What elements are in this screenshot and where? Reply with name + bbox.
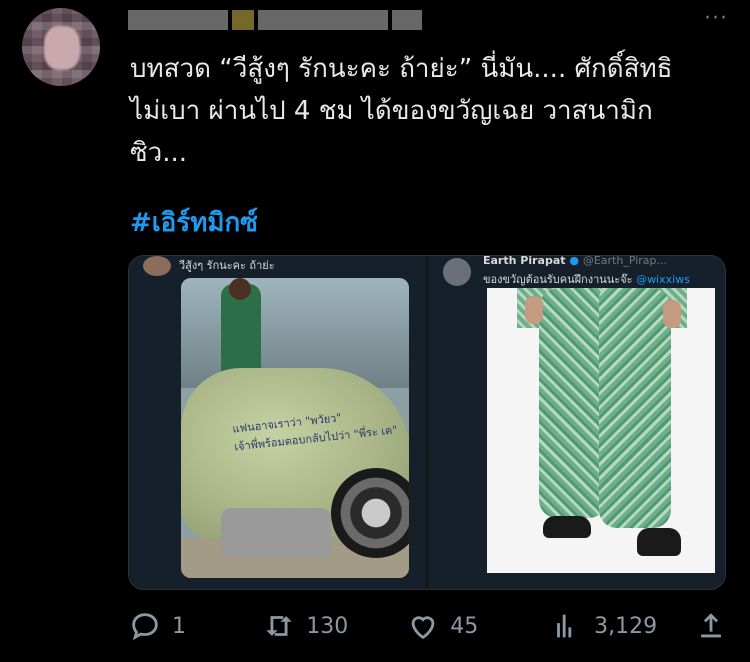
retweet-button[interactable]: 130 [262,609,406,643]
scooter-photo[interactable]: แฟนอาจเราว่า "พวัยว" เจ้าพี่พร้อมตอบกลับ… [181,278,409,578]
quoted-avatar-right [443,258,471,286]
like-button[interactable]: 45 [406,609,550,643]
photo-hand-left [525,296,543,324]
media-left-panel[interactable]: วีสู้งๆ รักนะคะ ถ้าย่ะ แฟนอาจเราว่า "พวั… [129,256,425,589]
tweet-action-bar: 1 130 45 3,129 [128,606,728,646]
blur-block [392,10,422,30]
photo-pant-right [599,288,671,528]
reply-button[interactable]: 1 [128,609,262,643]
mention-link[interactable]: @wixxiws [636,273,690,286]
hashtag-link[interactable]: #เอิร์ทมิกซ์ [130,202,258,243]
views-chart-icon [557,614,572,638]
quoted-caption: วีสู้งๆ รักนะคะ ถ้าย่ะ [179,259,275,272]
tweet-media[interactable]: วีสู้งๆ รักนะคะ ถ้าย่ะ แฟนอาจเราว่า "พวั… [128,255,726,590]
retweet-icon [266,616,293,636]
quoted-caption-text: ของขวัญต้อนรับคนฝึกงานนะจ๊ะ [483,273,633,286]
avatar-face [44,26,80,70]
reply-icon [132,613,158,641]
quoted-caption-right: ของขวัญต้อนรับคนฝึกงานนะจ๊ะ @wixxiws [483,270,690,288]
views-count: 3,129 [594,613,658,639]
photo-shoe-left [543,516,591,538]
photo-scooter-engine [221,508,331,558]
pants-photo[interactable] [487,288,715,573]
views-button[interactable]: 3,129 [550,609,694,643]
blur-block [232,10,254,30]
photo-person-head [229,278,251,300]
photo-pant-left [539,288,607,518]
media-right-panel[interactable]: Earth Pirapat ● @Earth_Pirap... ของขวัญต… [429,256,725,589]
quoted-author: Earth Pirapat ● @Earth_Pirap... [483,255,668,267]
author-name-blurred[interactable] [128,6,422,34]
more-options-icon[interactable]: ··· [704,6,728,31]
reply-count: 1 [172,613,186,639]
photo-shoe-right [637,528,681,556]
photo-hand-right [663,300,681,328]
quoted-author-handle: @Earth_Pirap... [582,255,668,267]
author-avatar[interactable] [22,8,100,86]
quoted-avatar [143,256,171,276]
share-button[interactable] [694,609,728,643]
retweet-count: 130 [306,613,349,639]
like-count: 45 [450,613,479,639]
blur-block [128,10,228,30]
heart-icon [411,616,435,640]
quoted-author-name: Earth Pirapat [483,255,566,267]
tweet-text: บทสวด “วีสู้งๆ รักนะคะ ถ้าย่ะ” นี่มัน...… [130,54,673,168]
share-icon [701,613,721,638]
blur-block [258,10,388,30]
verified-icon: ● [569,255,579,267]
